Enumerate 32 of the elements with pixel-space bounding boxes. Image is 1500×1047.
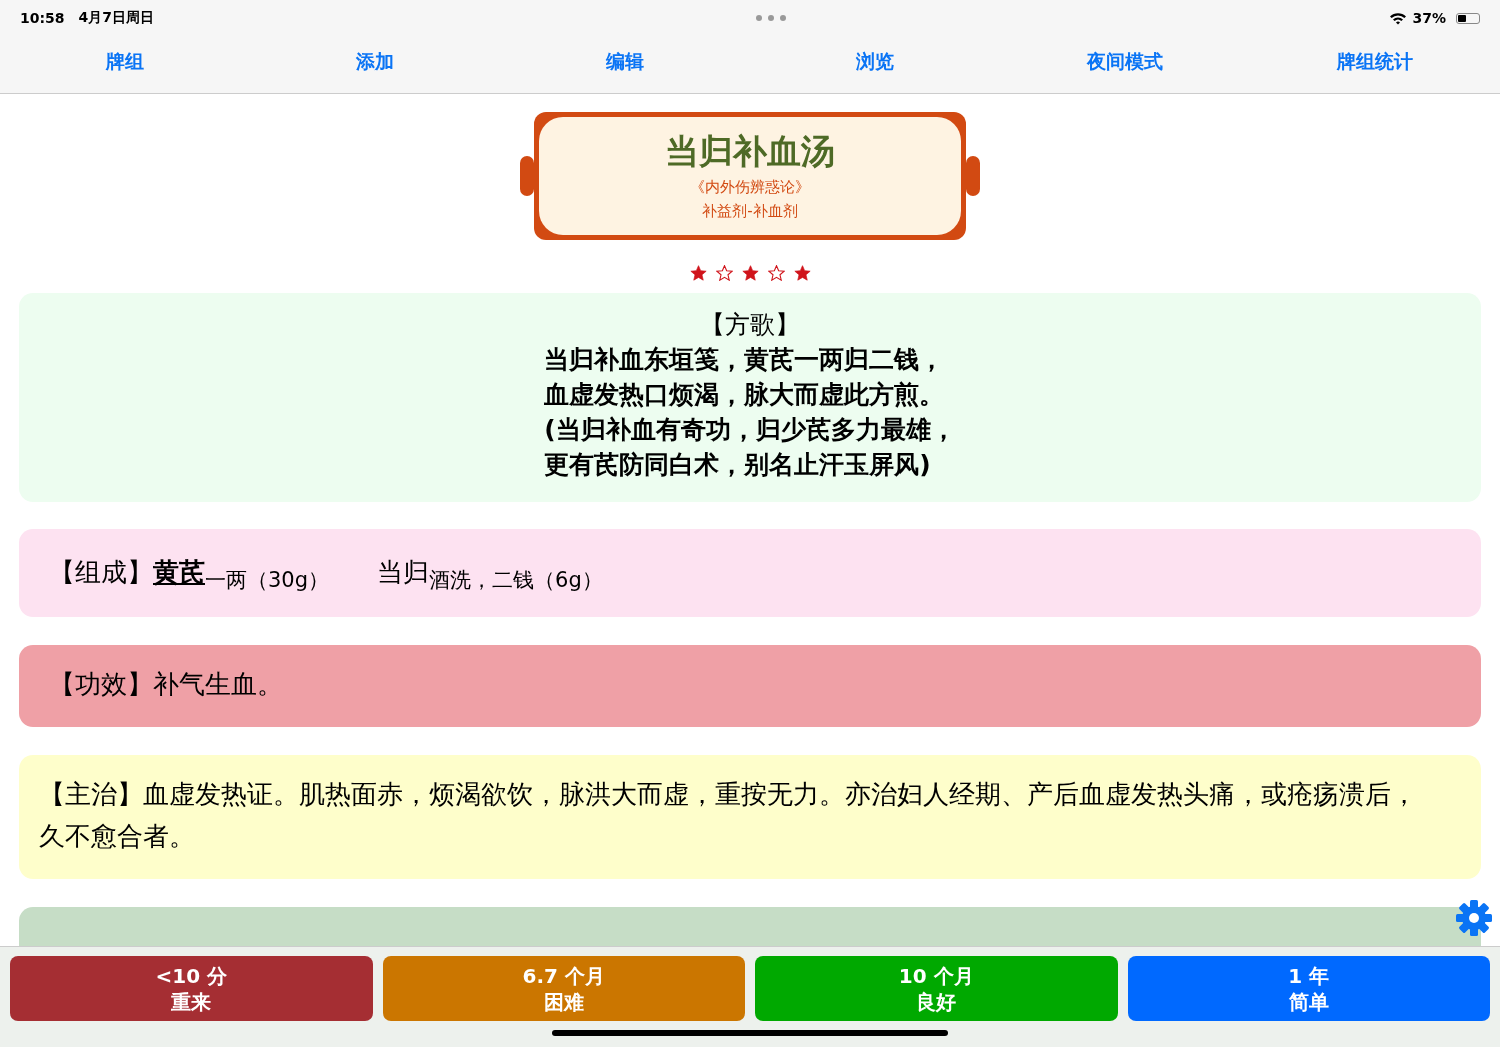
section-text: 【主治】血虚发热证。肌热面赤，烦渴欲饮，脉洪大而虚，重按无力。亦治妇人经期、产后血虚发热头痛，或疮疡溃后，久不愈合者。 <box>39 779 1417 851</box>
herb-dose: 一两（30g） <box>205 566 330 594</box>
status-date: 4月7日周日 <box>78 9 155 27</box>
formula-title: 当归补血汤 <box>665 129 835 173</box>
toolbar-tab[interactable]: 添加 <box>250 44 500 79</box>
verse-line: 血虚发热口烦渴，脉大而虚此方煎。 <box>544 378 946 411</box>
verse-line: 更有芪防同白术，别名止汗玉屏风) <box>544 448 932 481</box>
toolbar-tab[interactable]: 编辑 <box>500 44 750 79</box>
herb-name: 黄芪 <box>153 555 205 589</box>
toolbar-tab[interactable]: 浏览 <box>750 44 1000 79</box>
answer-button[interactable]: 6.7 个月 困难 <box>382 956 745 1021</box>
answer-button[interactable]: 1 年 简单 <box>1127 956 1490 1021</box>
battery-icon <box>1456 12 1480 24</box>
status-time: 10:58 <box>20 10 65 26</box>
toolbar-tab[interactable]: 牌组统计 <box>1250 44 1500 79</box>
settings-icon[interactable] <box>1454 898 1494 938</box>
answer-button[interactable]: 10 个月 良好 <box>755 956 1118 1021</box>
verse-line: 当归补血东垣笺，黄芪一两归二钱， <box>544 343 946 376</box>
herb-dose: 酒洗，二钱（6g） <box>429 567 603 594</box>
section-label: 【组成】 <box>49 555 153 589</box>
section-text: 【功效】补气生血。 <box>49 669 283 699</box>
toolbar-tab[interactable]: 夜间模式 <box>1000 44 1250 79</box>
answer-button[interactable]: <10 分 重来 <box>10 956 373 1021</box>
herb-name: 当归 <box>377 555 430 587</box>
more-dots-icon[interactable] <box>756 15 787 21</box>
formula-category: 补益剂-补血剂 <box>702 200 798 222</box>
verse-line: (当归补血有奇功，归少芪多力最雄， <box>544 413 956 446</box>
battery-percent: 37% <box>1412 10 1446 26</box>
formula-source: 《内外伤辨惑论》 <box>690 176 810 198</box>
wifi-icon <box>1388 11 1407 25</box>
toolbar-tab[interactable]: 牌组 <box>0 44 250 79</box>
verse-heading: 【方歌】 <box>700 308 800 341</box>
